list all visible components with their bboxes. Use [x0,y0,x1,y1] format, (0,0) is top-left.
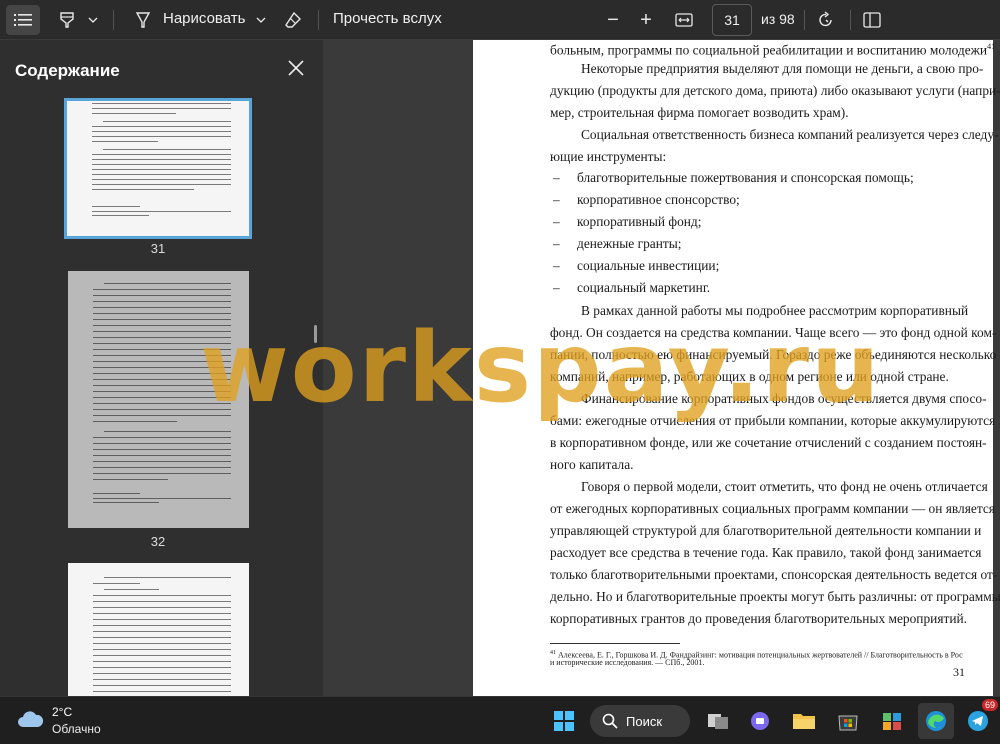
text-line: корпоративных грантов до проведения благ… [550,611,968,626]
thumbnail-page-number: 32 [150,534,166,549]
file-explorer-app[interactable] [786,703,822,739]
bullet-item: социальные инвестиции; [577,258,720,273]
text-line: только благотворительными проектами, спо… [550,567,998,582]
bullet-item: благотворительные пожертвования и спонсо… [577,170,914,185]
text-line: Некоторые предприятия выделяют для помощ… [581,61,984,76]
draw-label[interactable]: Нарисовать [163,10,245,27]
fit-width-icon [675,13,693,27]
task-view-icon [708,714,728,729]
teams-app[interactable] [742,703,778,739]
taskbar: 2°C Облачно Поиск 69 [0,696,1000,744]
text-line: Социальная ответственность бизнеса компа… [581,127,999,142]
text-line: от ежегодных корпоративных социальных пр… [550,501,995,516]
bullet-item: корпоративное спонсорство; [577,192,740,207]
xbox-app[interactable] [874,703,910,739]
highlighter-icon [60,12,74,28]
close-icon [288,60,304,76]
telegram-icon [968,711,988,731]
toolbar-separator [113,10,114,30]
watermark: workspay.ru [200,312,882,424]
toolbar-separator [850,10,851,30]
weather-description: Облачно [52,722,101,736]
notification-badge: 69 [981,699,998,711]
start-button[interactable] [546,703,582,739]
bullet-dash: – [553,170,560,185]
text-line: ющие инструменты: [550,149,667,164]
weather-widget[interactable] [16,708,44,735]
search-icon [602,713,618,729]
toolbar: Нарисовать Прочесть вслух − + 31 из 98 [0,0,1000,40]
close-contents-button[interactable] [285,57,307,79]
contents-title: Содержание [15,61,120,80]
page-view-button[interactable] [858,5,886,35]
text-line: в корпоративном фонде, или же сочетание … [550,435,987,450]
read-aloud-button[interactable]: Прочесть вслух [333,10,442,27]
cloud-icon [18,711,44,727]
page-number-input[interactable]: 31 [712,4,752,36]
microsoft-store-app[interactable] [830,703,866,739]
text-line: управляющей структурой для благотворител… [550,523,982,538]
page-number: 31 [953,665,965,679]
store-icon [838,715,858,731]
draw-button[interactable] [130,5,156,35]
page-thumbnail-33[interactable] [68,563,249,696]
text-line: дельно. Но и благотворительные проекты м… [550,589,1000,604]
search-label: Поиск [626,713,663,729]
highlight-button[interactable] [54,5,80,35]
text-line: больным, программы по социальной реабили… [550,42,996,58]
chevron-down-icon [88,17,98,23]
draw-options-button[interactable] [252,5,270,35]
chevron-down-icon [256,17,266,23]
bullet-item: социальный маркетинг. [577,280,711,295]
text-line: ного капитала. [550,457,634,472]
bullet-dash: – [553,236,560,251]
bullet-dash: – [553,280,560,295]
toolbar-separator [804,10,805,30]
text-line: дукцию (продукты для детского дома, прию… [550,83,1000,98]
weather-temperature: 2°C [52,705,73,719]
fit-page-button[interactable] [670,5,698,35]
bullet-item: денежные гранты; [577,236,682,251]
text-line: Говоря о первой модели, стоит отметить, … [581,479,988,494]
total-pages: из 98 [761,11,795,27]
taskbar-search[interactable]: Поиск [590,705,690,737]
bullet-dash: – [553,258,560,273]
chat-icon [751,712,769,730]
pen-icon [135,12,151,28]
telegram-app[interactable]: 69 [960,699,998,739]
task-view-button[interactable] [700,703,736,739]
edge-app[interactable] [918,703,954,739]
edge-icon [926,711,946,731]
footnote-rule [550,643,680,644]
folder-icon [793,714,815,729]
zoom-out-button[interactable]: − [600,5,626,35]
page-thumbnail-31[interactable] [64,98,252,239]
highlight-options-button[interactable] [84,5,102,35]
rotate-icon [819,11,832,27]
game-icon [883,713,901,730]
list-icon [14,14,32,26]
windows-icon [554,711,574,731]
thumbnail-page-number: 31 [150,241,166,256]
erase-button[interactable] [280,5,306,35]
page-view-icon [863,12,881,28]
bullet-dash: – [553,214,560,229]
bullet-item: корпоративный фонд; [577,214,702,229]
eraser-icon [285,11,301,28]
rotate-button[interactable] [812,5,840,35]
text-line: расходует все средства в течение года. К… [550,545,982,560]
footnote-line: и исторические исследования. — СПб., 200… [550,658,705,667]
text-line: мер, строительная фирма помогает возводи… [550,105,849,120]
toolbar-separator [318,10,319,30]
bullet-dash: – [553,192,560,207]
contents-button[interactable] [6,5,40,35]
zoom-in-button[interactable]: + [633,5,659,35]
